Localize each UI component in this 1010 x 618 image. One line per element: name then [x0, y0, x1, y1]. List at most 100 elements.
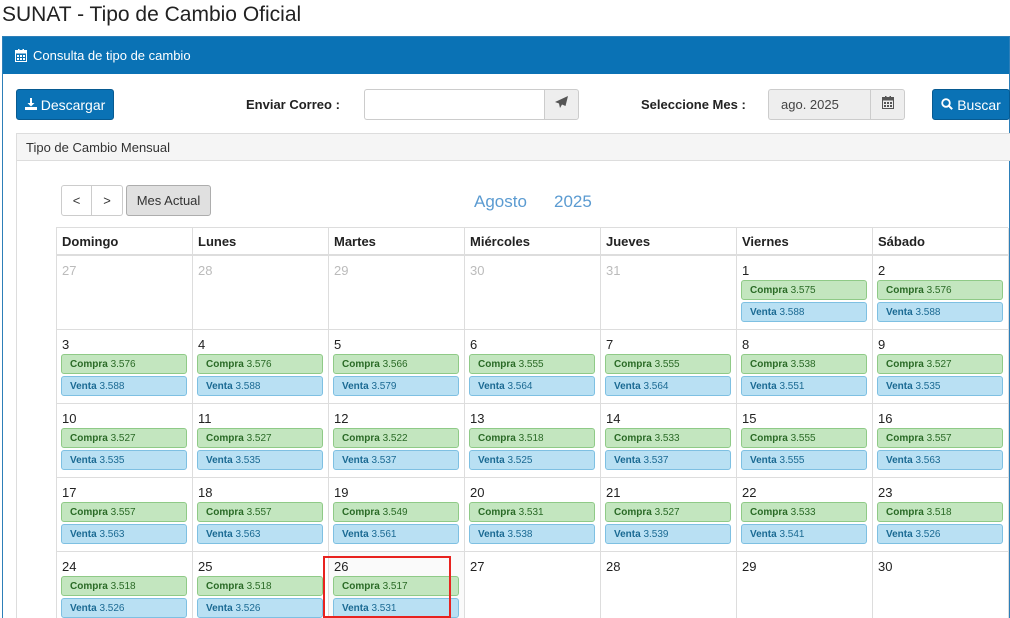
day-number: 19 — [334, 485, 349, 500]
calendar-day[interactable]: 31 — [601, 256, 737, 330]
calendar-day[interactable]: 28 — [193, 256, 329, 330]
sell-rate-label: Venta — [342, 529, 369, 540]
calendar-day[interactable]: 22 Compra 3.533 Venta 3.541 — [737, 478, 873, 552]
calendar-day[interactable]: 27 — [57, 256, 193, 330]
buy-rate-badge: Compra 3.576 — [877, 280, 1003, 300]
calendar-day[interactable]: 12 Compra 3.522 Venta 3.537 — [329, 404, 465, 478]
month-input[interactable]: ago. 2025 — [768, 89, 870, 120]
calendar-day[interactable]: 21 Compra 3.527 Venta 3.539 — [601, 478, 737, 552]
sell-rate-label: Venta — [750, 307, 777, 318]
calendar-day[interactable]: 6 Compra 3.555 Venta 3.564 — [465, 330, 601, 404]
day-number: 17 — [62, 485, 77, 500]
month-picker-button[interactable] — [870, 89, 905, 120]
calendar-day[interactable]: 25 Compra 3.518 Venta 3.526 — [193, 552, 329, 618]
calendar-day[interactable]: 14 Compra 3.533 Venta 3.537 — [601, 404, 737, 478]
calendar-day[interactable]: 16 Compra 3.557 Venta 3.563 — [873, 404, 1009, 478]
buy-rate-badge: Compra 3.518 — [61, 576, 187, 596]
calendar-day[interactable]: 13 Compra 3.518 Venta 3.525 — [465, 404, 601, 478]
sell-rate-badge: Venta 3.561 — [333, 524, 459, 544]
sell-rate-value: 3.535 — [99, 455, 125, 466]
send-email-button[interactable] — [544, 89, 579, 120]
sell-rate-label: Venta — [750, 381, 777, 392]
sell-rate-label: Venta — [886, 529, 913, 540]
buy-rate-label: Compra — [70, 581, 108, 592]
sell-rate-value: 3.564 — [507, 381, 533, 392]
buy-rate-value: 3.576 — [110, 359, 136, 370]
sell-rate-label: Venta — [70, 529, 97, 540]
sell-rate-badge: Venta 3.588 — [877, 302, 1003, 322]
calendar-day[interactable]: 10 Compra 3.527 Venta 3.535 — [57, 404, 193, 478]
buy-rate-value: 3.576 — [246, 359, 272, 370]
prev-month-button[interactable]: < — [61, 185, 92, 216]
sell-rate-label: Venta — [206, 529, 233, 540]
calendar-day[interactable]: 23 Compra 3.518 Venta 3.526 — [873, 478, 1009, 552]
weekday-label: Jueves — [601, 228, 737, 256]
day-number: 30 — [878, 559, 893, 574]
calendar-day[interactable]: 9 Compra 3.527 Venta 3.535 — [873, 330, 1009, 404]
weekday-label: Miércoles — [465, 228, 601, 256]
sell-rate-label: Venta — [342, 455, 369, 466]
day-number: 16 — [878, 411, 893, 426]
calendar-day[interactable]: 4 Compra 3.576 Venta 3.588 — [193, 330, 329, 404]
calendar-day[interactable]: 19 Compra 3.549 Venta 3.561 — [329, 478, 465, 552]
buy-rate-label: Compra — [750, 507, 788, 518]
day-number: 6 — [470, 337, 478, 352]
calendar-day[interactable]: 1 Compra 3.575 Venta 3.588 — [737, 256, 873, 330]
sell-rate-value: 3.538 — [507, 529, 533, 540]
sell-rate-label: Venta — [342, 381, 369, 392]
sell-rate-badge: Venta 3.541 — [741, 524, 867, 544]
buy-rate-value: 3.531 — [518, 507, 544, 518]
calendar-day[interactable]: 7 Compra 3.555 Venta 3.564 — [601, 330, 737, 404]
next-month-button[interactable]: > — [92, 185, 123, 216]
calendar-day[interactable]: 5 Compra 3.566 Venta 3.579 — [329, 330, 465, 404]
day-number: 18 — [198, 485, 213, 500]
download-button[interactable]: Descargar — [16, 89, 114, 120]
calendar-day[interactable]: 24 Compra 3.518 Venta 3.526 — [57, 552, 193, 618]
buy-rate-badge: Compra 3.527 — [605, 502, 731, 522]
calendar-day[interactable]: 2 Compra 3.576 Venta 3.588 — [873, 256, 1009, 330]
calendar-day[interactable]: 18 Compra 3.557 Venta 3.563 — [193, 478, 329, 552]
sell-rate-badge: Venta 3.563 — [877, 450, 1003, 470]
sell-rate-label: Venta — [750, 455, 777, 466]
buy-rate-label: Compra — [342, 359, 380, 370]
calendar-day[interactable]: 20 Compra 3.531 Venta 3.538 — [465, 478, 601, 552]
calendar-day[interactable]: 15 Compra 3.555 Venta 3.555 — [737, 404, 873, 478]
calendar-day[interactable]: 17 Compra 3.557 Venta 3.563 — [57, 478, 193, 552]
weekday-label: Martes — [329, 228, 465, 256]
calendar-week: 3 Compra 3.576 Venta 3.588 4 Compra 3.576 Ven… — [56, 330, 1009, 404]
calendar-day[interactable]: 28 — [601, 552, 737, 618]
calendar-day[interactable]: 26 Compra 3.517 Venta 3.531 — [329, 552, 465, 618]
day-number: 12 — [334, 411, 349, 426]
calendar-icon — [15, 49, 27, 62]
sell-rate-value: 3.588 — [915, 307, 941, 318]
buy-rate-label: Compra — [478, 507, 516, 518]
calendar-day[interactable]: 3 Compra 3.576 Venta 3.588 — [57, 330, 193, 404]
calendar-day[interactable]: 8 Compra 3.538 Venta 3.551 — [737, 330, 873, 404]
sell-rate-badge: Venta 3.563 — [61, 524, 187, 544]
search-button[interactable]: Buscar — [932, 89, 1010, 120]
sell-rate-label: Venta — [886, 455, 913, 466]
weekday-label: Viernes — [737, 228, 873, 256]
sell-rate-badge: Venta 3.531 — [333, 598, 459, 618]
sell-rate-value: 3.539 — [643, 529, 669, 540]
calendar-day[interactable]: 30 — [465, 256, 601, 330]
calendar-day[interactable]: 27 — [465, 552, 601, 618]
calendar-day[interactable]: 11 Compra 3.527 Venta 3.535 — [193, 404, 329, 478]
sell-rate-value: 3.541 — [779, 529, 805, 540]
calendar-day[interactable]: 30 — [873, 552, 1009, 618]
sell-rate-label: Venta — [206, 381, 233, 392]
current-month-button[interactable]: Mes Actual — [126, 185, 211, 216]
buy-rate-badge: Compra 3.517 — [333, 576, 459, 596]
buy-rate-badge: Compra 3.533 — [741, 502, 867, 522]
calendar-day[interactable]: 29 — [737, 552, 873, 618]
buy-rate-value: 3.518 — [926, 507, 952, 518]
calendar-day[interactable]: 29 — [329, 256, 465, 330]
buy-rate-label: Compra — [70, 433, 108, 444]
download-label: Descargar — [40, 96, 106, 113]
calendar-icon — [881, 95, 894, 114]
sell-rate-badge: Venta 3.535 — [61, 450, 187, 470]
day-number: 2 — [878, 263, 886, 278]
email-input[interactable] — [364, 89, 544, 120]
sell-rate-badge: Venta 3.535 — [197, 450, 323, 470]
day-number: 11 — [198, 411, 212, 426]
